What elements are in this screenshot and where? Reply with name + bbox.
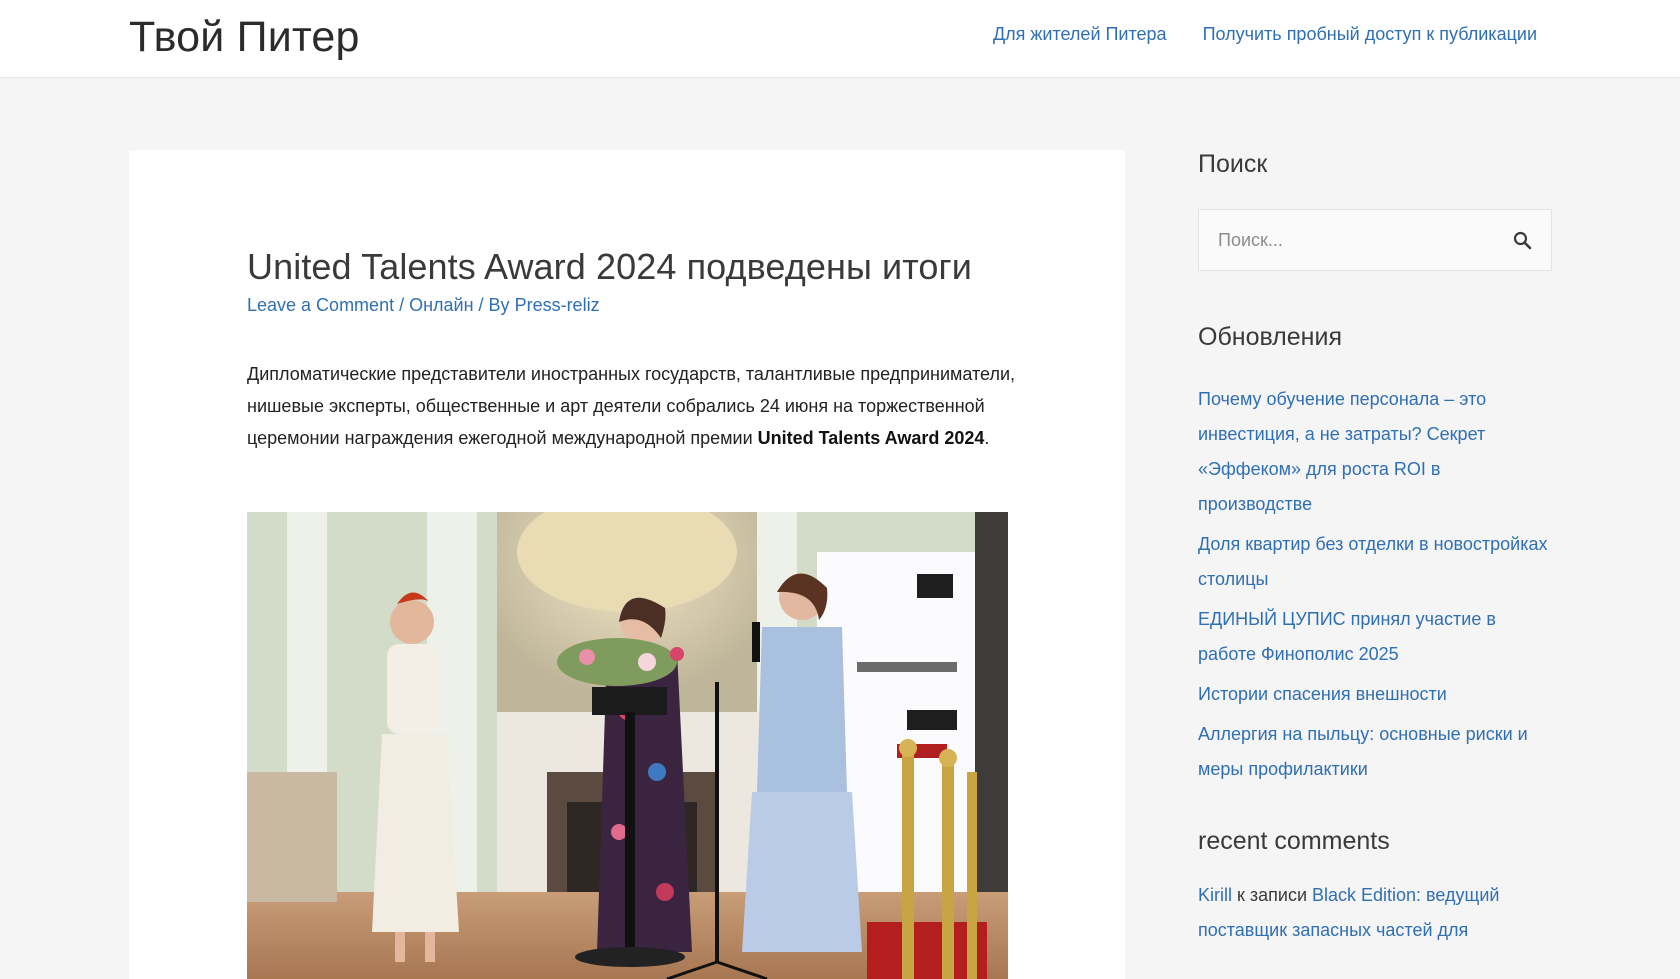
search-widget-title: Поиск — [1198, 150, 1268, 178]
update-link[interactable]: ЕДИНЫЙ ЦУПИС принял участие в работе Фин… — [1198, 609, 1496, 664]
search-button[interactable] — [1511, 229, 1535, 253]
article-title: United Talents Award 2024 подведены итог… — [247, 246, 972, 287]
site-title[interactable]: Твой Питер — [129, 13, 360, 62]
author-link[interactable]: Press-reliz — [515, 295, 600, 315]
category-link[interactable]: Онлайн — [409, 295, 473, 315]
article-card: United Talents Award 2024 подведены итог… — [129, 150, 1125, 979]
nav-item-trial-access[interactable]: Получить пробный доступ к публикации — [1203, 24, 1537, 45]
list-item: Истории спасения внешности — [1198, 677, 1552, 712]
recent-comment: Kirill к записи Black Edition: ведущий п… — [1198, 878, 1552, 948]
list-item: Аллергия на пыльцу: основные риски и мер… — [1198, 717, 1552, 787]
list-item: ЕДИНЫЙ ЦУПИС принял участие в работе Фин… — [1198, 602, 1552, 672]
sidebar: Поиск Обновления Почему обучение персона… — [1198, 150, 1552, 948]
nav-item-residents[interactable]: Для жителей Питера — [993, 24, 1167, 45]
article-photo — [247, 512, 1008, 979]
update-link[interactable]: Почему обучение персонала – это инвестиц… — [1198, 389, 1486, 514]
paragraph-end: . — [984, 428, 990, 448]
update-link[interactable]: Доля квартир без отделки в новостройках … — [1198, 534, 1548, 589]
search-input[interactable] — [1199, 210, 1499, 270]
comment-connector: к записи — [1232, 885, 1312, 905]
site-header: Твой Питер Для жителей Питера Получить п… — [0, 0, 1680, 78]
meta-by: / By — [473, 295, 515, 315]
comment-author-link[interactable]: Kirill — [1198, 885, 1232, 905]
main-nav: Для жителей Питера Получить пробный дост… — [993, 24, 1537, 45]
search-box — [1198, 209, 1552, 271]
paragraph-bold: United Talents Award 2024 — [757, 428, 985, 448]
meta-separator: / — [394, 295, 410, 315]
list-item: Почему обучение персонала – это инвестиц… — [1198, 382, 1552, 522]
comments-link[interactable]: Leave a Comment — [247, 295, 394, 315]
list-item: Доля квартир без отделки в новостройках … — [1198, 527, 1552, 597]
update-link[interactable]: Аллергия на пыльцу: основные риски и мер… — [1198, 724, 1528, 779]
search-icon — [1513, 231, 1532, 250]
updates-widget-title: Обновления — [1198, 323, 1342, 351]
update-link[interactable]: Истории спасения внешности — [1198, 684, 1447, 704]
article-meta: Leave a Comment / Онлайн / By Press-reli… — [247, 295, 600, 316]
comments-widget-title: recent comments — [1198, 827, 1390, 855]
updates-list: Почему обучение персонала – это инвестиц… — [1198, 382, 1552, 787]
ceremony-photo-illustration — [247, 512, 1008, 979]
article-paragraph: Дипломатические представители иностранны… — [247, 358, 1015, 454]
